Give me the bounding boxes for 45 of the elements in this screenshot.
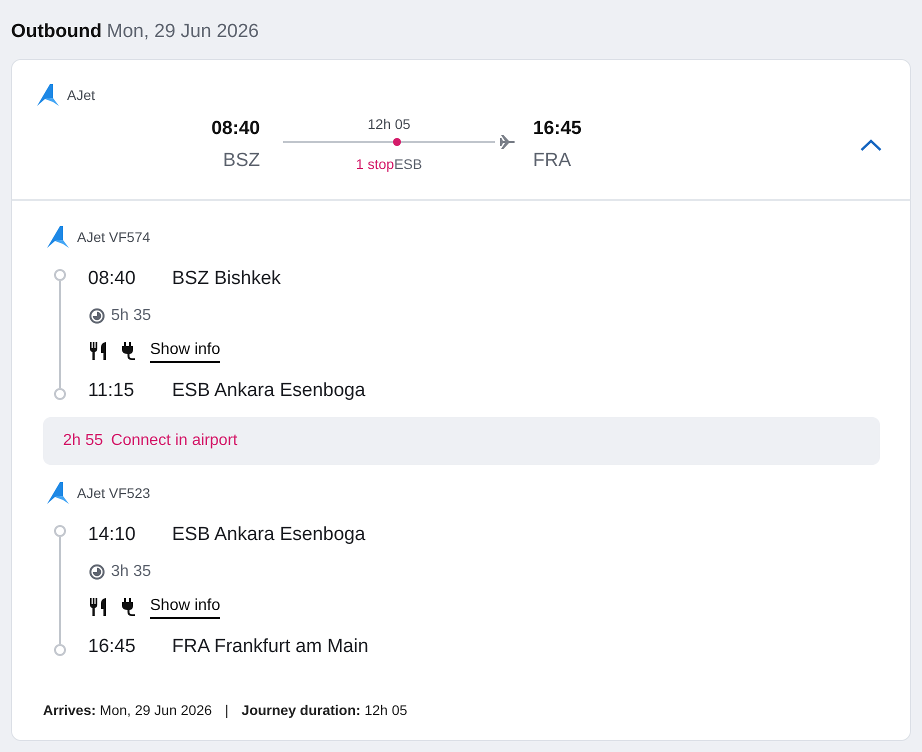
arrival-code: FRA [533, 148, 571, 172]
cutlery-icon [89, 598, 108, 616]
clock-icon [89, 308, 105, 324]
separator: | [224, 701, 230, 720]
connection-label: Connect in airport [111, 432, 238, 450]
stop-circle-icon [54, 388, 66, 400]
departure-time: 08:40 [88, 268, 137, 290]
stop-circle-icon [54, 525, 66, 537]
airline-name: AJet [67, 87, 96, 103]
stop-circle-icon [54, 269, 66, 281]
stop-dot-icon [393, 138, 401, 146]
heading-title: Outbound [11, 20, 102, 44]
arrival-airport: FRA Frankfurt am Main [172, 636, 368, 658]
departure-time: 08:40 [211, 116, 260, 140]
departure-code: BSZ [223, 148, 260, 172]
stop-circle-icon [54, 644, 66, 656]
arrival-time: 11:15 [88, 380, 136, 402]
arrival-time: 16:45 [88, 636, 137, 658]
plug-icon [121, 342, 136, 360]
departure-airport: ESB Ankara Esenboga [172, 524, 366, 546]
chevron-up-icon [860, 138, 882, 150]
flight-number: AJet VF523 [77, 485, 150, 501]
departure-time: 14:10 [88, 524, 137, 546]
stop-count: 1 stop [356, 156, 394, 172]
arrival-date: Arrives: Mon, 29 Jun 2026 [43, 701, 212, 720]
show-info-link[interactable]: Show info [150, 595, 220, 619]
flight-number: AJet VF574 [77, 229, 150, 245]
arrival-airport: ESB Ankara Esenboga [172, 380, 366, 402]
heading-date: Mon, 29 Jun 2026 [106, 20, 259, 44]
plug-icon [121, 598, 136, 616]
airline-logo-icon [46, 481, 70, 505]
total-duration: 12h 05 [366, 115, 412, 133]
stop-airport: ESB [394, 156, 422, 172]
journey-duration: Journey duration: 12h 05 [242, 701, 408, 720]
arrival-time: 16:45 [533, 116, 582, 140]
connection-duration: 2h 55 [63, 432, 104, 450]
flight-duration: 5h 35 [111, 307, 152, 325]
plane-icon [500, 135, 515, 149]
flight-duration: 3h 35 [111, 563, 152, 581]
clock-icon [89, 564, 105, 580]
cutlery-icon [89, 342, 108, 360]
airline-logo-icon [46, 225, 70, 249]
airline-logo-icon [36, 83, 60, 107]
departure-airport: BSZ Bishkek [172, 268, 281, 290]
show-info-link[interactable]: Show info [150, 339, 220, 363]
